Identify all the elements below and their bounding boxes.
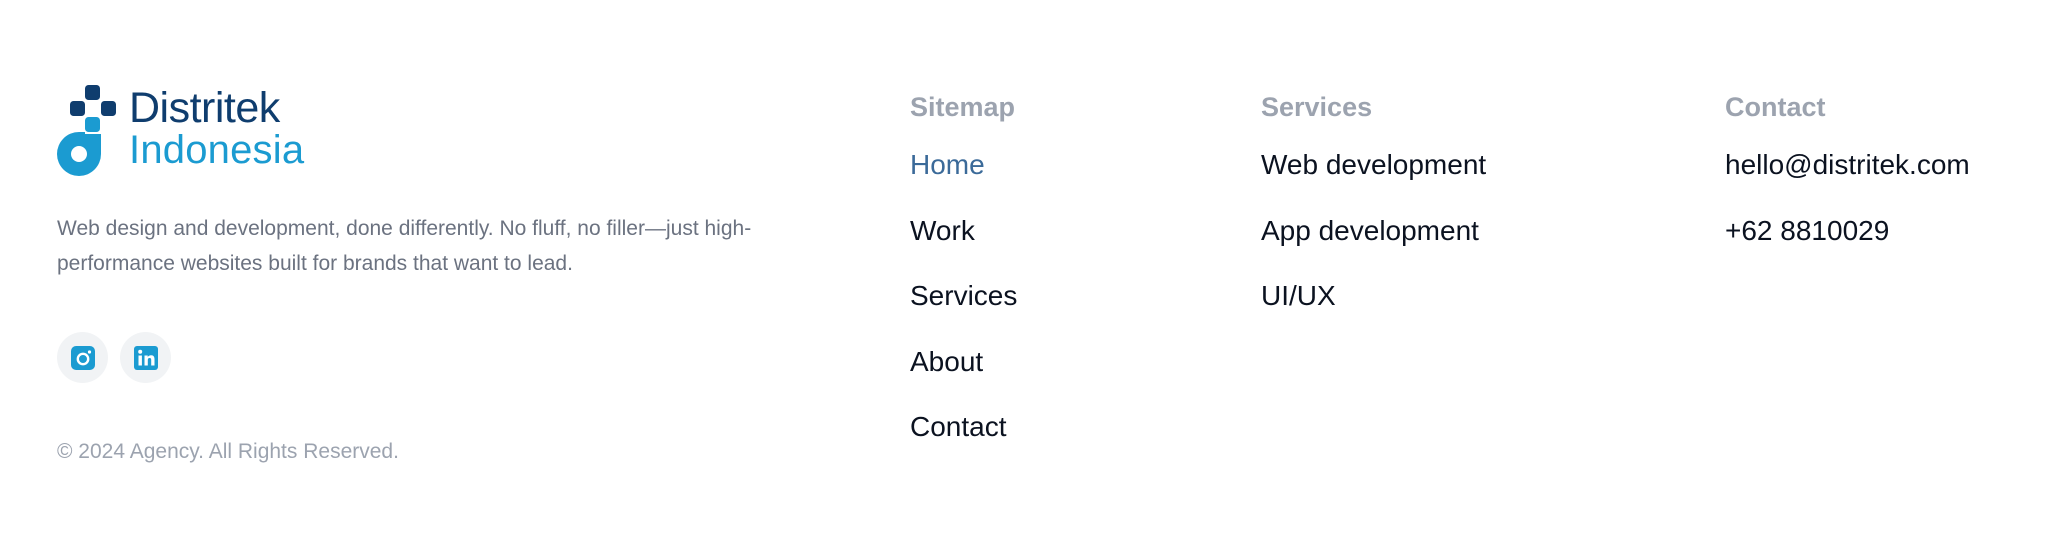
linkedin-icon (133, 345, 158, 370)
contact-heading: Contact (1725, 92, 1826, 122)
brand-logo[interactable]: Distritek Indonesia (57, 84, 317, 176)
sitemap-link-home[interactable]: Home (910, 146, 985, 184)
brand-name: Distritek (129, 84, 280, 132)
linkedin-link[interactable] (120, 332, 171, 383)
services-heading: Services (1261, 92, 1373, 122)
tagline: Web design and development, done differe… (57, 217, 752, 275)
list-item: Contact (910, 408, 1017, 474)
sitemap-link-about[interactable]: About (910, 343, 983, 381)
distritek-logo-icon (57, 85, 116, 176)
service-link-ui-ux[interactable]: UI/UX (1261, 277, 1336, 315)
service-link-app-development[interactable]: App development (1261, 212, 1479, 250)
list-item: UI/UX (1261, 277, 1486, 343)
contact-list: hello@distritek.com +62 8810029 (1725, 146, 1970, 277)
social-links (57, 332, 171, 383)
services-column: Services Web development App development… (1261, 88, 1486, 343)
copyright-text: © 2024 Agency. All Rights Reserved. (57, 440, 399, 463)
sitemap-heading: Sitemap (910, 92, 1016, 122)
site-footer: Distritek Indonesia Web design and devel… (0, 0, 2048, 552)
list-item: App development (1261, 212, 1486, 278)
list-item: About (910, 343, 1017, 409)
list-item: Services (910, 277, 1017, 343)
service-link-web-development[interactable]: Web development (1261, 146, 1486, 184)
list-item: hello@distritek.com (1725, 146, 1970, 212)
sitemap-list: Home Work Services About Contact (910, 146, 1017, 474)
contact-email-link[interactable]: hello@distritek.com (1725, 146, 1970, 184)
list-item: Work (910, 212, 1017, 278)
sitemap-link-services[interactable]: Services (910, 277, 1017, 315)
list-item: Web development (1261, 146, 1486, 212)
contact-phone-link[interactable]: +62 8810029 (1725, 212, 1889, 250)
services-list: Web development App development UI/UX (1261, 146, 1486, 343)
sitemap-column: Sitemap Home Work Services About Contact (910, 88, 1017, 474)
list-item: Home (910, 146, 1017, 212)
brand-subtitle: Indonesia (129, 128, 305, 172)
sitemap-link-contact[interactable]: Contact (910, 408, 1007, 446)
contact-column: Contact hello@distritek.com +62 8810029 (1725, 88, 1970, 277)
instagram-link[interactable] (57, 332, 108, 383)
instagram-icon (70, 345, 95, 370)
list-item: +62 8810029 (1725, 212, 1970, 278)
sitemap-link-work[interactable]: Work (910, 212, 975, 250)
